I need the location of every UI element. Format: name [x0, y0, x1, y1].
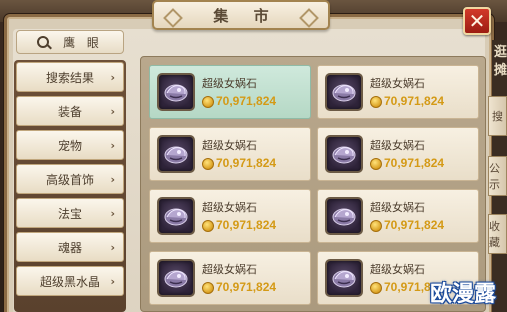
category-label: 魂器 [57, 240, 82, 255]
gold-coin-icon [202, 220, 214, 232]
chevron-right-icon: › [110, 275, 115, 288]
category-item[interactable]: 搜索结果 › [16, 62, 124, 92]
item-name: 超级女娲石 [202, 77, 257, 90]
nuwa-stone-icon [164, 208, 188, 226]
title-ornament-left-icon [163, 8, 183, 28]
stall-browse-label: 逛摊 [494, 45, 507, 78]
item-name: 超级女娲石 [370, 201, 425, 214]
item-price: 70,971,824 [384, 218, 445, 232]
category-label: 搜索结果 [45, 70, 94, 85]
category-label: 超级黑水晶 [39, 274, 100, 289]
item-icon [325, 197, 363, 235]
item-price: 70,971,824 [216, 156, 277, 170]
item-price: 70,971,824 [216, 94, 277, 108]
category-item[interactable]: 超级黑水晶 › [16, 266, 124, 296]
listing-card[interactable]: 超级女娲石 70,971,824 [317, 189, 479, 243]
category-item[interactable]: 宠物 › [16, 130, 124, 160]
listing-card[interactable]: 超级女娲石 70,971,824 [149, 127, 311, 181]
nuwa-stone-icon [164, 146, 188, 164]
category-label: 高级首饰 [45, 172, 94, 187]
close-x-icon: ✕ [468, 9, 486, 33]
listing-card[interactable]: 超级女娲石 70,971,824 [317, 65, 479, 119]
nuwa-stone-icon [164, 270, 188, 288]
magnifier-icon [37, 36, 50, 48]
item-name: 超级女娲石 [370, 77, 425, 90]
gold-coin-icon [370, 220, 382, 232]
listing-card[interactable]: 超级女娲石 70,971,824 [149, 189, 311, 243]
title-ornament-right-icon [299, 8, 319, 28]
gold-coin-icon [202, 158, 214, 170]
right-tab-notice[interactable]: 公示 [488, 156, 507, 196]
chevron-right-icon: › [110, 139, 115, 152]
nuwa-stone-icon [332, 270, 356, 288]
window-title-tab: 集 市 [152, 0, 330, 30]
category-label: 法宝 [57, 206, 82, 221]
nuwa-stone-icon [332, 146, 356, 164]
category-item[interactable]: 魂器 › [16, 232, 124, 262]
gold-coin-icon [202, 282, 214, 294]
item-price: 70,971,824 [384, 156, 445, 170]
item-icon [157, 197, 195, 235]
item-price: 70,971,824 [384, 94, 445, 108]
item-name: 超级女娲石 [370, 139, 425, 152]
item-icon [157, 135, 195, 173]
gold-coin-icon [370, 96, 382, 108]
listing-card[interactable]: 超级女娲石 70,971,824 [317, 127, 479, 181]
close-button[interactable]: ✕ [463, 7, 491, 35]
nuwa-stone-icon [332, 84, 356, 102]
category-item[interactable]: 装备 › [16, 96, 124, 126]
right-tab-favorites[interactable]: 收藏 [488, 214, 507, 254]
game-screen: 集 市 ✕ 鹰 眼 搜索结果 › 装备 › 宠物 › 高级首饰 › 法宝 › 魂器 › 超级黑水晶 › 超… [0, 0, 507, 312]
item-icon [157, 259, 195, 297]
item-icon [157, 73, 195, 111]
category-label: 宠物 [57, 138, 82, 153]
eagle-eye-search-button[interactable]: 鹰 眼 [16, 30, 124, 54]
item-name: 超级女娲石 [202, 201, 257, 214]
chevron-right-icon: › [110, 71, 115, 84]
chevron-right-icon: › [110, 105, 115, 118]
item-name: 超级女娲石 [202, 139, 257, 152]
item-icon [325, 135, 363, 173]
window-title: 集 市 [213, 6, 279, 25]
watermark-logo: 欧漫露 [430, 282, 497, 307]
nuwa-stone-icon [332, 208, 356, 226]
chevron-right-icon: › [110, 241, 115, 254]
gold-coin-icon [202, 96, 214, 108]
listing-card[interactable]: 超级女娲石 70,971,824 [149, 65, 311, 119]
category-label: 装备 [57, 104, 82, 119]
category-item[interactable]: 法宝 › [16, 198, 124, 228]
nuwa-stone-icon [164, 84, 188, 102]
item-icon [325, 73, 363, 111]
gold-coin-icon [370, 282, 382, 294]
listing-card[interactable]: 超级女娲石 70,971,824 [149, 251, 311, 305]
chevron-right-icon: › [110, 207, 115, 220]
item-price: 70,971,824 [216, 280, 277, 294]
item-price: 70,971,824 [216, 218, 277, 232]
chevron-right-icon: › [110, 173, 115, 186]
item-name: 超级女娲石 [202, 263, 257, 276]
right-tab-search[interactable]: 搜 [488, 96, 507, 136]
item-name: 超级女娲石 [370, 263, 425, 276]
gold-coin-icon [370, 158, 382, 170]
category-item[interactable]: 高级首饰 › [16, 164, 124, 194]
search-button-label: 鹰 眼 [63, 35, 103, 50]
category-list: 搜索结果 › 装备 › 宠物 › 高级首饰 › 法宝 › 魂器 › 超级黑水晶 › [14, 60, 126, 312]
listing-grid: 超级女娲石 70,971,824 超级女娲石 70,971,824 超级女娲石 70,97… [140, 56, 486, 312]
item-icon [325, 259, 363, 297]
